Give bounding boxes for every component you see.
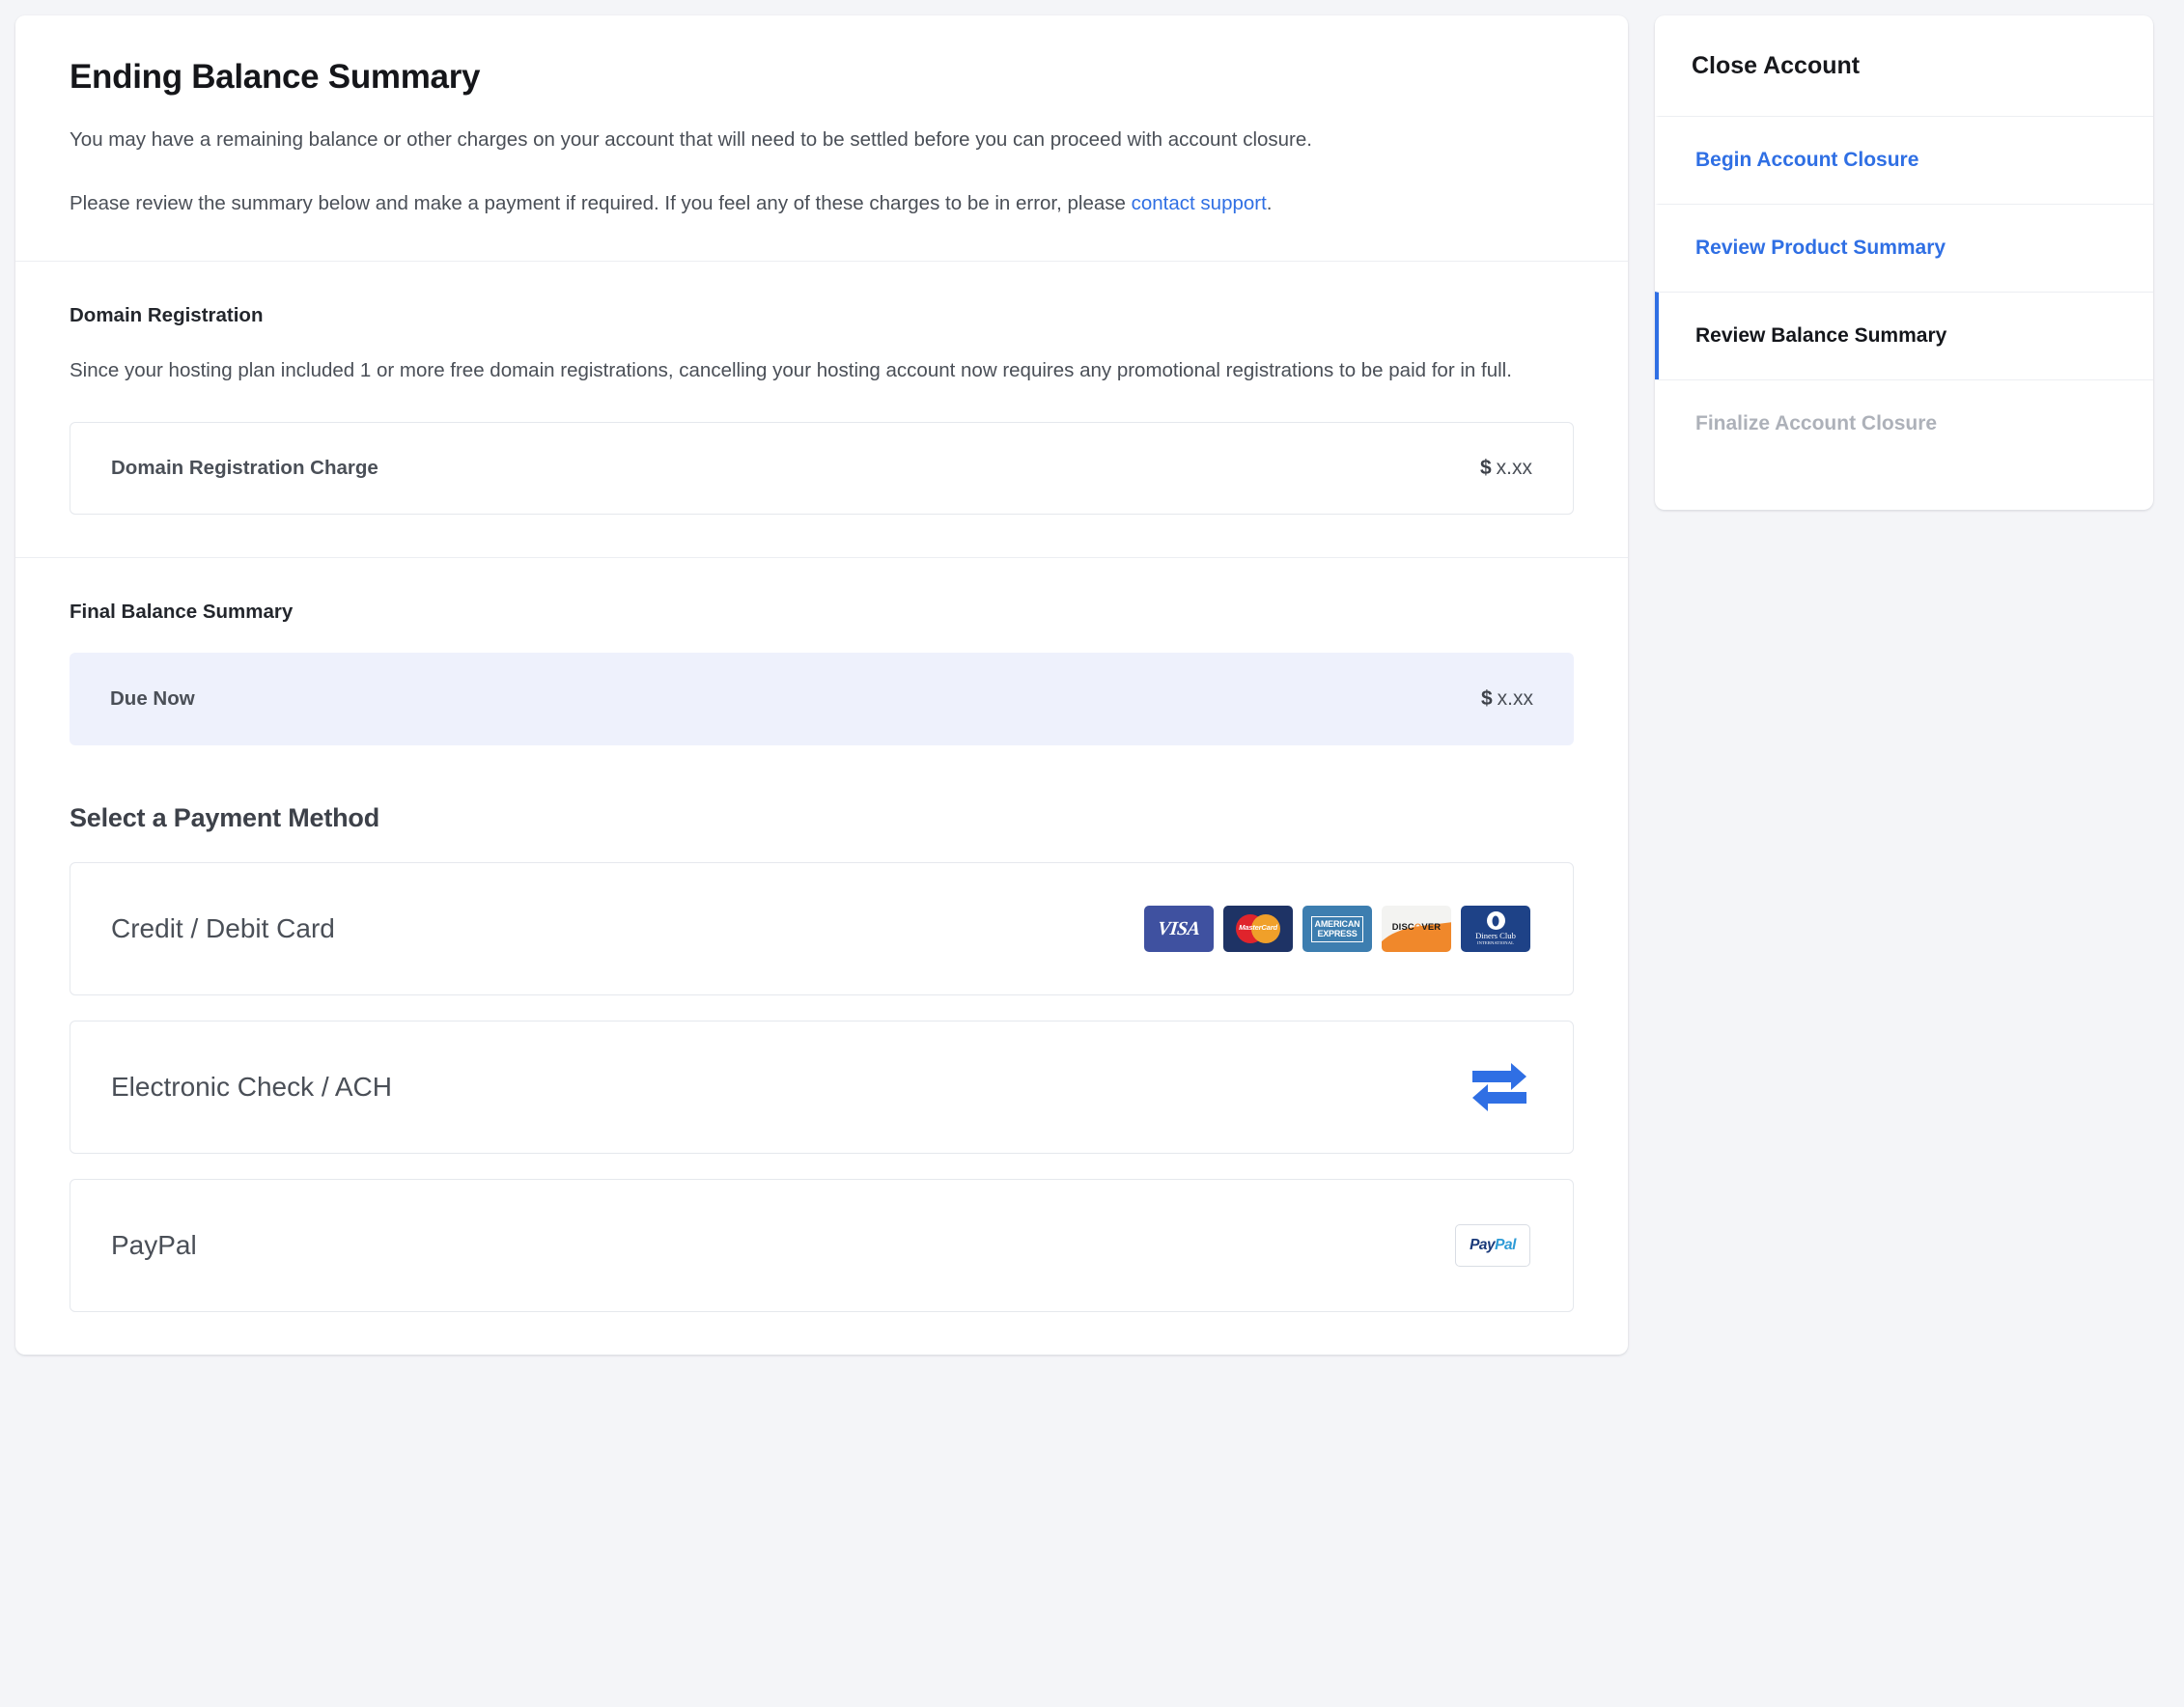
payment-option-credit-debit-card[interactable]: Credit / Debit Card VISA MasterCard AMER… <box>70 862 1574 996</box>
paypal-logo-text-a: Pay <box>1470 1237 1496 1254</box>
currency-symbol: $ <box>1480 687 1493 711</box>
due-now-amount: $ x.xx <box>1481 687 1533 711</box>
due-now-row: Due Now $ x.xx <box>70 653 1574 746</box>
intro-section: Ending Balance Summary You may have a re… <box>15 15 1628 261</box>
currency-symbol: $ <box>1479 457 1492 480</box>
diners-club-icon: Diners Club INTERNATIONAL <box>1461 906 1530 953</box>
amount-value: x.xx <box>1496 457 1532 480</box>
intro-paragraph-2-text: Please review the summary below and make… <box>70 192 1132 215</box>
payment-option-label: Electronic Check / ACH <box>111 1072 392 1103</box>
domain-registration-body: Since your hosting plan included 1 or mo… <box>70 359 1512 382</box>
american-express-icon: AMERICAN EXPRESS <box>1302 906 1372 953</box>
paypal-logo: PayPal <box>1455 1224 1530 1268</box>
intro-paragraph-1: You may have a remaining balance or othe… <box>70 128 1312 151</box>
payment-option-label: PayPal <box>111 1230 197 1261</box>
domain-registration-charge-row: Domain Registration Charge $ x.xx <box>70 422 1574 516</box>
domain-registration-charge-label: Domain Registration Charge <box>111 457 378 480</box>
sidebar-item-begin-account-closure[interactable]: Begin Account Closure <box>1655 116 2153 204</box>
page-title: Ending Balance Summary <box>70 58 481 96</box>
sidebar-footer-spacer <box>1655 467 2153 510</box>
discover-icon: DISCOVER <box>1382 906 1451 953</box>
sidebar-item-finalize-account-closure: Finalize Account Closure <box>1655 379 2153 467</box>
domain-registration-heading: Domain Registration <box>70 304 264 327</box>
amount-value: x.xx <box>1497 687 1533 711</box>
paypal-logo-text-b: Pal <box>1495 1237 1516 1254</box>
mastercard-icon: MasterCard <box>1223 906 1293 953</box>
payment-option-paypal[interactable]: PayPal PayPal <box>70 1179 1574 1313</box>
due-now-label: Due Now <box>110 687 195 711</box>
contact-support-link[interactable]: contact support <box>1132 192 1267 214</box>
sidebar-item-review-product-summary[interactable]: Review Product Summary <box>1655 204 2153 292</box>
exchange-arrows-icon <box>1469 1061 1530 1113</box>
ending-balance-summary-card: Ending Balance Summary You may have a re… <box>15 15 1628 1356</box>
final-balance-heading: Final Balance Summary <box>70 601 294 624</box>
page-root: Ending Balance Summary You may have a re… <box>0 0 2184 1707</box>
intro-paragraph-2: Please review the summary below and make… <box>70 189 1574 218</box>
final-balance-section: Final Balance Summary Due Now $ x.xx Sele… <box>15 557 1628 1355</box>
payment-option-electronic-check-ach[interactable]: Electronic Check / ACH <box>70 1021 1574 1155</box>
visa-icon: VISA <box>1144 906 1214 953</box>
sidebar-item-review-balance-summary[interactable]: Review Balance Summary <box>1655 292 2153 379</box>
payment-option-label: Credit / Debit Card <box>111 913 335 944</box>
domain-registration-section: Domain Registration Since your hosting p… <box>15 261 1628 557</box>
card-brand-logos: VISA MasterCard AMERICAN EXPRESS DISCOVER <box>1144 906 1530 953</box>
select-payment-method-heading: Select a Payment Method <box>70 803 379 833</box>
close-account-sidebar: Close Account Begin Account Closure Revi… <box>1655 15 2153 510</box>
sidebar-title: Close Account <box>1692 51 1861 79</box>
intro-paragraph-2-period: . <box>1266 192 1273 215</box>
domain-registration-charge-amount: $ x.xx <box>1480 457 1532 480</box>
